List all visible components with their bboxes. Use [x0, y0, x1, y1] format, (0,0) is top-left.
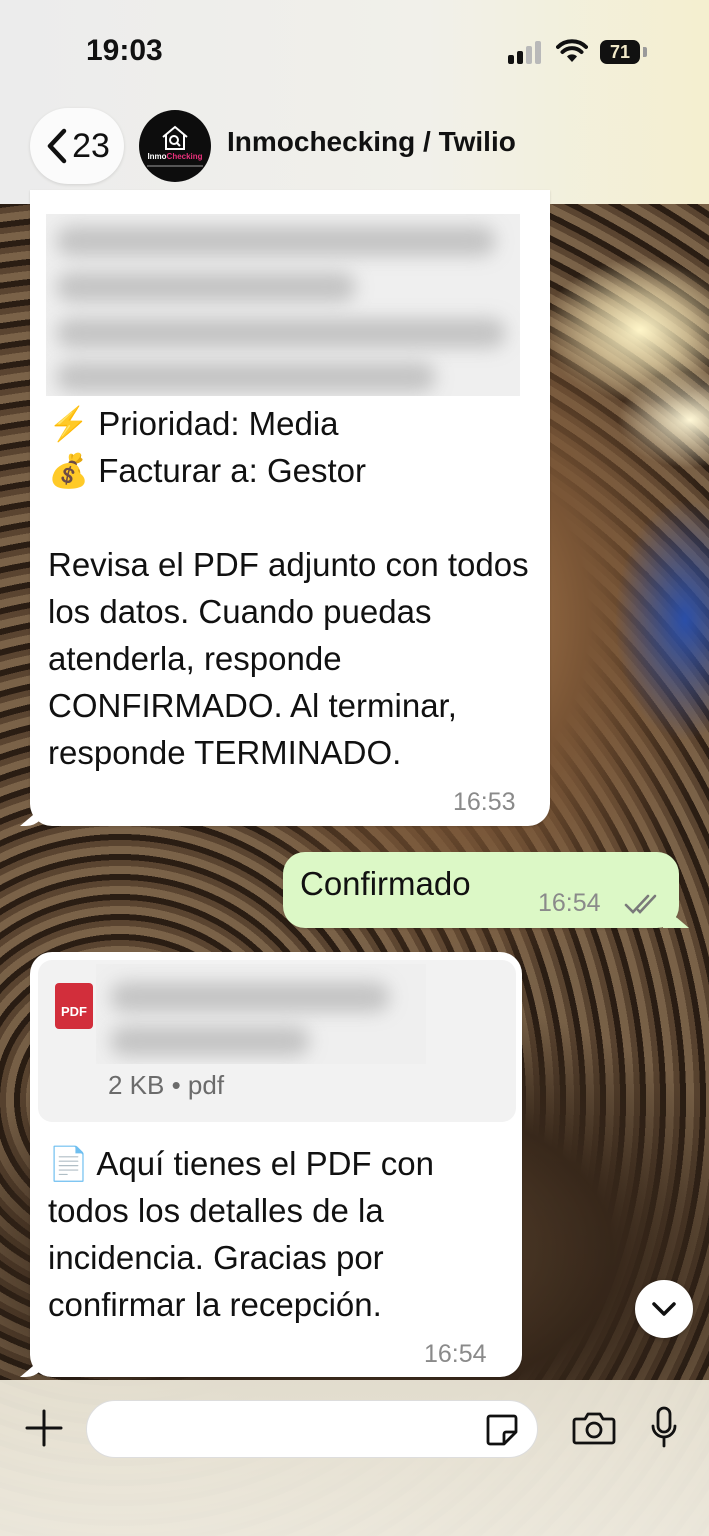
microphone-icon[interactable] [650, 1406, 678, 1450]
message-line: ⚡ Prioridad: Media [48, 405, 339, 442]
message-time: 16:53 [453, 788, 516, 816]
battery-indicator: 71 [600, 40, 640, 64]
message-input[interactable] [86, 1400, 538, 1458]
sticker-icon[interactable] [484, 1412, 520, 1448]
status-time: 19:03 [86, 34, 163, 67]
chat-header: 19:03 71 23 InmoChecking Inmochecking / … [0, 0, 709, 204]
chevron-left-icon [47, 128, 67, 164]
camera-icon[interactable] [572, 1410, 616, 1446]
contact-avatar[interactable]: InmoChecking [139, 110, 211, 182]
attachment-meta: 2 KB • pdf [108, 1070, 225, 1100]
avatar-brand: InmoChecking [147, 152, 203, 161]
back-button[interactable]: 23 [30, 108, 124, 184]
message-time: 16:54 [424, 1340, 487, 1368]
unread-count: 23 [72, 126, 110, 165]
plus-icon[interactable] [24, 1408, 64, 1448]
house-search-icon [162, 125, 188, 150]
redacted-content [46, 214, 520, 396]
chevron-down-icon [652, 1302, 676, 1316]
message-time: 16:54 [538, 889, 601, 917]
redacted-filename [96, 964, 426, 1064]
pdf-file-icon: PDF [55, 983, 93, 1029]
battery-tip [643, 47, 647, 57]
cellular-signal-icon [508, 40, 544, 64]
message-text: Revisa el PDF adjunto con todos los dato… [48, 546, 529, 771]
message-text: Confirmado [300, 865, 471, 902]
avatar-tagline [147, 165, 203, 167]
double-check-icon [624, 894, 657, 914]
wifi-icon [556, 39, 588, 62]
message-line: 💰 Facturar a: Gestor [48, 452, 367, 489]
scroll-down-button[interactable] [635, 1280, 693, 1338]
chat-title[interactable]: Inmochecking / Twilio [227, 126, 516, 158]
message-text: 📄 Aquí tienes el PDF con todos los detal… [48, 1145, 434, 1323]
